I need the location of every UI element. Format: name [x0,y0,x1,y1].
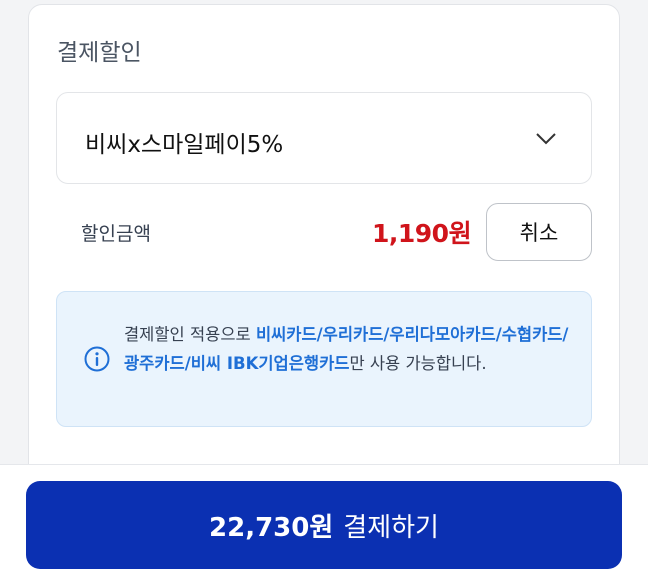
cancel-discount-button[interactable]: 취소 [486,203,592,261]
notice-prefix: 결제할인 적용으로 [124,325,256,344]
payment-discount-card: 결제할인 비씨x스마일페이5% 할인금액 1,190원 취소 결제할인 적용으로… [28,4,620,484]
notice-text: 결제할인 적용으로 비씨카드/우리카드/우리다모아카드/수협카드/광주카드/비씨… [124,320,579,378]
selected-discount: 비씨x스마일페이5% [85,132,284,158]
pay-button[interactable]: 22,730원 결제하기 [26,481,622,569]
discount-amount-label: 할인금액 [81,223,151,245]
chevron-down-icon [536,133,556,145]
pay-label: 결제하기 [343,512,439,543]
pay-amount: 22,730원 [209,512,334,543]
info-icon [84,346,110,372]
section-title: 결제할인 [57,40,142,66]
discount-notice: 결제할인 적용으로 비씨카드/우리카드/우리다모아카드/수협카드/광주카드/비씨… [56,291,592,427]
notice-suffix: 만 사용 가능합니다. [349,354,487,373]
discount-select[interactable]: 비씨x스마일페이5% [56,92,592,184]
discount-amount: 1,190원 [372,219,472,248]
bottom-bar: 22,730원 결제하기 [0,464,648,584]
